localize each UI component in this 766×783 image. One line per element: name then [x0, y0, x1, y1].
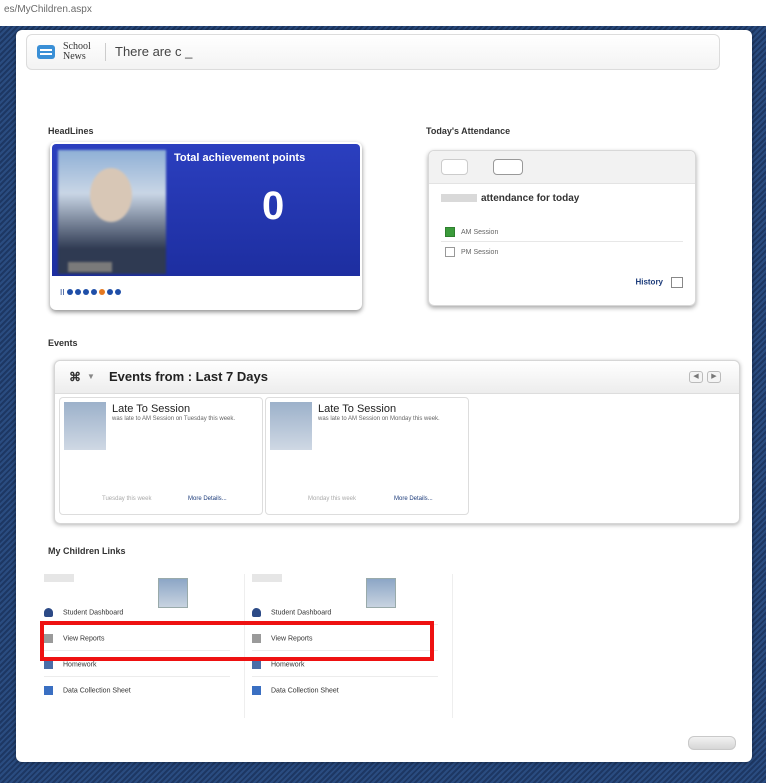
more-details-link[interactable]: More Details... — [394, 496, 433, 502]
url-text: es/MyChildren.aspx — [4, 4, 92, 15]
event-avatar — [64, 402, 106, 450]
news-ticker[interactable]: There are c _ — [115, 44, 192, 59]
link-label: Homework — [63, 661, 97, 669]
divider — [252, 676, 438, 677]
link-label: Data Collection Sheet — [63, 687, 131, 695]
person-icon — [252, 608, 261, 617]
link-label: Student Dashboard — [271, 609, 332, 617]
divider — [441, 241, 683, 242]
student-name-tag — [68, 262, 112, 272]
headline-widget: Total achievement points 0 II — [50, 142, 362, 310]
homework-icon — [44, 660, 53, 669]
carousel-dot[interactable] — [74, 289, 81, 295]
carousel-dot[interactable] — [114, 289, 121, 295]
calendar-icon — [671, 277, 683, 288]
student-photo — [58, 150, 166, 274]
carousel-dots — [66, 288, 123, 297]
child-name-blur — [252, 574, 282, 582]
attendance-tabs — [429, 151, 695, 184]
more-details-link[interactable]: More Details... — [188, 496, 227, 502]
link-label: Homework — [271, 661, 305, 669]
am-session-row[interactable]: AM Session — [445, 227, 498, 237]
event-description: was late to AM Session on Monday this we… — [318, 416, 440, 422]
next-icon[interactable]: ▶ — [707, 371, 721, 383]
homework-link[interactable]: Homework — [44, 660, 96, 669]
news-icon — [37, 45, 55, 59]
events-header: ⌘ ▼ Events from : Last 7 Days ◀ ▶ — [55, 361, 739, 394]
school-news-bar[interactable]: School News There are c _ — [26, 34, 720, 70]
event-card[interactable]: Late To Session was late to AM Session o… — [265, 397, 469, 515]
achievement-title: Total achievement points — [174, 152, 306, 164]
carousel-controls: II — [60, 288, 123, 297]
event-date: Monday this week — [308, 496, 357, 502]
am-session-label: AM Session — [461, 228, 499, 236]
carousel-dot[interactable] — [106, 289, 113, 295]
history-button[interactable]: History — [635, 277, 683, 288]
homework-icon — [252, 660, 261, 669]
events-section-title: Events — [48, 338, 78, 348]
attendance-title: Today's Attendance — [426, 126, 511, 136]
carousel-dot[interactable] — [82, 289, 89, 295]
data-sheet-icon — [252, 686, 261, 695]
pm-session-row[interactable]: PM Session — [445, 247, 498, 257]
pm-session-label: PM Session — [461, 248, 499, 256]
pill-button[interactable] — [688, 736, 736, 750]
event-card[interactable]: Late To Session was late to AM Session o… — [59, 397, 263, 515]
event-description: was late to AM Session on Tuesday this w… — [112, 416, 236, 422]
attendance-heading: attendance for today — [441, 193, 579, 204]
view-reports-highlight — [40, 621, 434, 661]
link-label: Data Collection Sheet — [271, 687, 339, 695]
carousel-dot[interactable] — [90, 289, 97, 295]
data-collection-sheet-link[interactable]: Data Collection Sheet — [252, 686, 339, 695]
student-dashboard-link[interactable]: Student Dashboard — [252, 608, 331, 617]
link-label: Student Dashboard — [63, 609, 124, 617]
history-label: History — [635, 277, 663, 287]
tab-student-1[interactable] — [441, 159, 469, 175]
events-widget: ⌘ ▼ Events from : Last 7 Days ◀ ▶ Late T… — [54, 360, 740, 524]
attendance-widget: attendance for today AM Session PM Sessi… — [428, 150, 696, 306]
chevron-down-icon[interactable]: ▼ — [87, 372, 95, 381]
event-title: Late To Session — [318, 403, 397, 415]
event-title: Late To Session — [112, 403, 191, 415]
achievement-value: 0 — [262, 184, 285, 228]
pm-session-checkbox[interactable] — [445, 247, 455, 257]
headlines-title: HeadLines — [48, 126, 94, 136]
prev-icon[interactable]: ◀ — [689, 371, 703, 383]
child-photo — [158, 578, 188, 608]
address-bar[interactable]: es/MyChildren.aspx — [0, 0, 766, 26]
achievement-panel[interactable]: Total achievement points 0 — [52, 144, 360, 276]
student-dashboard-link[interactable]: Student Dashboard — [44, 608, 123, 617]
am-session-checkbox[interactable] — [445, 227, 455, 237]
data-collection-sheet-link[interactable]: Data Collection Sheet — [44, 686, 131, 695]
child-name-blur — [44, 574, 74, 582]
student-name-blur — [441, 194, 477, 203]
person-icon — [44, 608, 53, 617]
tab-student-2[interactable] — [493, 159, 523, 175]
links-section-title: My Children Links — [48, 546, 126, 556]
homework-link[interactable]: Homework — [252, 660, 304, 669]
event-date: Tuesday this week — [102, 496, 152, 502]
divider — [105, 43, 106, 61]
events-title: Events from : Last 7 Days — [109, 369, 268, 384]
data-sheet-icon — [44, 686, 53, 695]
student-face — [90, 168, 132, 222]
carousel-dot[interactable] — [66, 289, 73, 295]
divider — [44, 676, 230, 677]
child-photo — [366, 578, 396, 608]
carousel-dot[interactable] — [98, 289, 105, 295]
school-news-label: School News — [63, 41, 91, 62]
event-avatar — [270, 402, 312, 450]
filter-icon[interactable]: ⌘ — [69, 370, 81, 384]
pause-icon[interactable]: II — [60, 288, 64, 297]
attendance-heading-text: attendance for today — [481, 193, 580, 204]
